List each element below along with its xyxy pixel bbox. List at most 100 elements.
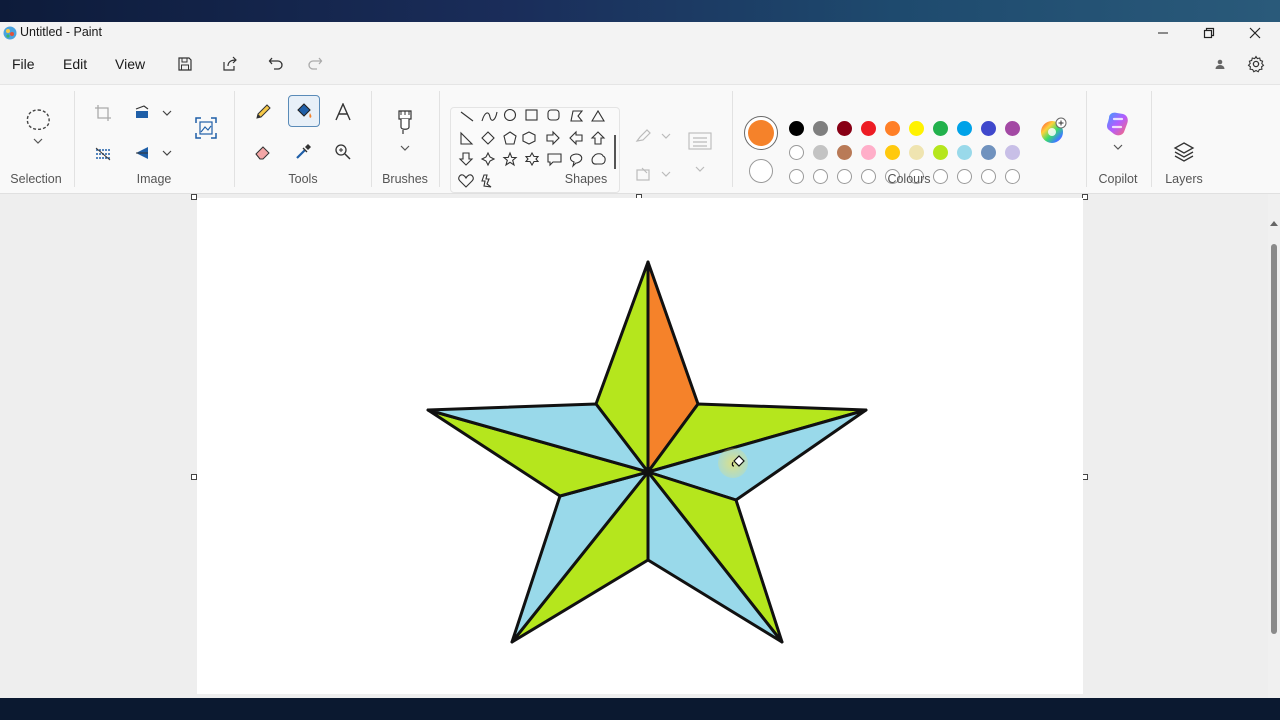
brush-icon: [398, 110, 412, 151]
colour-swatch[interactable]: [909, 121, 924, 136]
primary-colour-button[interactable]: [744, 116, 778, 150]
custom-colour-slot[interactable]: [837, 169, 852, 184]
resize-button[interactable]: [130, 99, 174, 127]
colour-swatch[interactable]: [957, 145, 972, 160]
color-picker-tool[interactable]: [289, 138, 317, 166]
custom-colour-slot[interactable]: [813, 169, 828, 184]
scroll-up-icon[interactable]: [1270, 220, 1278, 226]
eraser-tool[interactable]: [249, 138, 277, 166]
hexagon-shape-icon: [522, 131, 536, 145]
colour-swatch[interactable]: [885, 121, 900, 136]
gear-icon: [1247, 55, 1265, 73]
drawing-canvas[interactable]: [197, 198, 1083, 694]
close-button[interactable]: [1232, 22, 1278, 44]
fill-tool[interactable]: [288, 95, 320, 127]
rounded-rect-shape-icon: [547, 109, 560, 121]
colour-swatch[interactable]: [933, 121, 948, 136]
custom-colour-slot[interactable]: [789, 169, 804, 184]
size-button[interactable]: [686, 130, 714, 176]
pencil-tool[interactable]: [249, 98, 277, 126]
outline-button[interactable]: [633, 122, 673, 150]
save-button[interactable]: [174, 53, 196, 75]
custom-colour-slot[interactable]: [957, 169, 972, 184]
eraser-icon: [255, 146, 270, 160]
share-button[interactable]: [219, 53, 241, 75]
layers-button[interactable]: [1169, 137, 1199, 167]
canvas-workspace: [0, 194, 1280, 698]
colour-swatch[interactable]: [861, 145, 876, 160]
colour-swatch[interactable]: [981, 121, 996, 136]
copilot-icon: [1107, 112, 1128, 150]
colour-swatch[interactable]: [1005, 121, 1020, 136]
image-select-button[interactable]: [89, 139, 117, 167]
title-bar: Untitled - Paint: [0, 22, 1280, 44]
right-triangle-shape-icon: [460, 131, 474, 145]
colour-swatch[interactable]: [837, 145, 852, 160]
up-arrow-shape-icon: [590, 131, 606, 145]
selection-tool-button[interactable]: [22, 105, 54, 145]
account-button[interactable]: [1209, 53, 1231, 75]
colour-swatch[interactable]: [909, 145, 924, 160]
ribbon-separator: [74, 91, 75, 187]
ribbon-separator: [371, 91, 372, 187]
curve-shape-icon: [481, 111, 498, 122]
colour-swatch[interactable]: [813, 145, 828, 160]
lightning-shape-icon: [481, 174, 492, 188]
save-icon: [178, 57, 192, 71]
layers-icon: [1173, 142, 1195, 162]
colour-swatch[interactable]: [885, 145, 900, 160]
crop-button[interactable]: [89, 99, 117, 127]
eyedropper-icon: [296, 144, 311, 159]
magnifier-tool[interactable]: [329, 138, 357, 166]
group-label-copilot: Copilot: [1098, 172, 1138, 186]
crop-icon: [95, 105, 111, 121]
edit-colours-button[interactable]: [1037, 115, 1069, 147]
brushes-button[interactable]: [390, 105, 420, 153]
colour-swatch[interactable]: [981, 145, 996, 160]
settings-button[interactable]: [1245, 53, 1267, 75]
rect-callout-shape-icon: [547, 153, 562, 167]
group-label-image: Image: [136, 172, 172, 186]
copilot-button[interactable]: [1102, 109, 1134, 157]
fill-bucket-icon: [297, 103, 312, 118]
flip-button[interactable]: [130, 139, 174, 167]
group-label-brushes: Brushes: [382, 172, 428, 186]
redo-icon: [308, 57, 323, 70]
undo-button[interactable]: [265, 53, 287, 75]
scrollbar-thumb[interactable]: [1271, 244, 1277, 634]
fill-cursor-icon: [731, 455, 745, 467]
shapes-scrollbar[interactable]: [614, 135, 616, 169]
vertical-scrollbar[interactable]: [1268, 194, 1280, 698]
secondary-colour-button[interactable]: [749, 159, 773, 183]
five-point-star-shape-icon: [502, 151, 518, 167]
colour-swatch[interactable]: [933, 145, 948, 160]
close-icon: [1249, 27, 1261, 39]
custom-colour-slot[interactable]: [861, 169, 876, 184]
image-creator-button[interactable]: [191, 113, 221, 143]
menu-view[interactable]: View: [115, 56, 145, 72]
custom-colour-slot[interactable]: [981, 169, 996, 184]
shape-fill-button[interactable]: [633, 160, 673, 188]
colour-swatch[interactable]: [789, 145, 804, 160]
minimize-button[interactable]: [1140, 22, 1186, 44]
four-point-star-shape-icon: [480, 151, 496, 167]
pencil-icon: [256, 104, 271, 119]
colour-swatch[interactable]: [1005, 145, 1020, 160]
colour-swatch[interactable]: [861, 121, 876, 136]
colour-swatch[interactable]: [789, 121, 804, 136]
colour-swatch[interactable]: [837, 121, 852, 136]
undo-icon: [268, 57, 283, 70]
menu-edit[interactable]: Edit: [63, 56, 87, 72]
ribbon-separator: [1086, 91, 1087, 187]
six-point-star-shape-icon: [524, 151, 540, 167]
text-tool[interactable]: [329, 98, 357, 126]
custom-colour-slot[interactable]: [1005, 169, 1020, 184]
star-drawing: [426, 260, 868, 644]
redo-button[interactable]: [304, 53, 326, 75]
line-shape-icon: [460, 111, 474, 122]
colour-swatch[interactable]: [957, 121, 972, 136]
menu-file[interactable]: File: [12, 56, 35, 72]
restore-button[interactable]: [1186, 22, 1232, 44]
colour-swatch[interactable]: [813, 121, 828, 136]
heart-shape-icon: [458, 174, 474, 188]
